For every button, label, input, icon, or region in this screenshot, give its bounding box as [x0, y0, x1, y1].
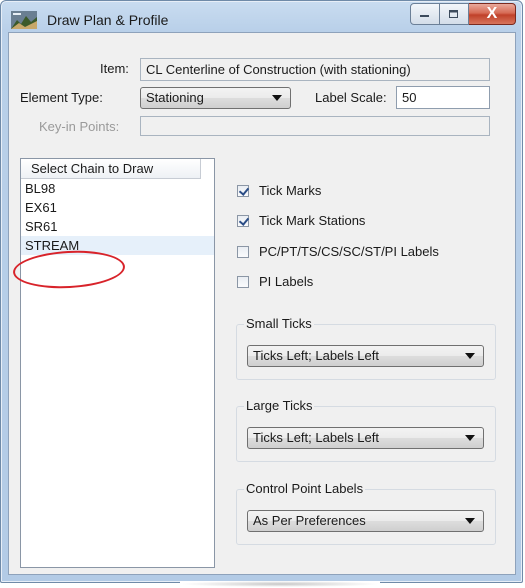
window-title: Draw Plan & Profile	[47, 12, 169, 28]
keyin-points-input[interactable]	[140, 116, 490, 136]
small-ticks-value: Ticks Left; Labels Left	[253, 348, 379, 363]
list-item-selected[interactable]: STREAM	[21, 236, 214, 255]
chain-listbox[interactable]: Select Chain to Draw BL98 EX61 SR61 STRE…	[20, 158, 215, 568]
checkbox-unchecked-icon[interactable]	[237, 245, 249, 258]
control-point-labels-title: Control Point Labels	[244, 481, 366, 496]
label-scale-input[interactable]: 50	[396, 86, 490, 109]
control-point-labels-dropdown[interactable]: As Per Preferences	[247, 510, 484, 532]
large-ticks-title: Large Ticks	[244, 398, 315, 413]
checkbox-label: Tick Marks	[259, 183, 322, 198]
chevron-down-icon	[272, 95, 282, 101]
pc-pt-labels-checkbox[interactable]: PC/PT/TS/CS/SC/ST/PI Labels	[237, 244, 439, 259]
small-ticks-dropdown[interactable]: Ticks Left; Labels Left	[247, 345, 484, 367]
checkbox-label: PC/PT/TS/CS/SC/ST/PI Labels	[259, 244, 439, 259]
list-item[interactable]: BL98	[21, 179, 214, 198]
app-icon	[11, 11, 37, 29]
tick-marks-checkbox[interactable]: Tick Marks	[237, 183, 321, 198]
element-type-label: Element Type:	[20, 90, 103, 105]
chevron-down-icon	[465, 518, 475, 524]
tick-mark-stations-checkbox[interactable]: Tick Mark Stations	[237, 213, 365, 228]
checkbox-label: Tick Mark Stations	[259, 213, 366, 228]
chevron-down-icon	[465, 353, 475, 359]
minimize-button[interactable]	[410, 3, 440, 25]
title-bar[interactable]: Draw Plan & Profile X	[1, 1, 522, 33]
control-point-labels-value: As Per Preferences	[253, 513, 366, 528]
checkbox-checked-icon[interactable]	[237, 184, 249, 197]
list-item[interactable]: SR61	[21, 217, 214, 236]
checkbox-unchecked-icon[interactable]	[237, 275, 249, 288]
element-type-value: Stationing	[146, 90, 204, 105]
small-ticks-group: Small Ticks Ticks Left; Labels Left	[236, 316, 496, 380]
pi-labels-checkbox[interactable]: PI Labels	[237, 274, 313, 289]
maximize-icon	[449, 10, 458, 18]
chain-list-header[interactable]: Select Chain to Draw	[21, 159, 201, 179]
minimize-icon	[420, 15, 429, 17]
large-ticks-value: Ticks Left; Labels Left	[253, 430, 379, 445]
small-ticks-title: Small Ticks	[244, 316, 314, 331]
checkbox-label: PI Labels	[259, 274, 314, 289]
element-type-dropdown[interactable]: Stationing	[140, 87, 291, 109]
control-point-labels-group: Control Point Labels As Per Preferences	[236, 481, 496, 545]
window-controls: X	[410, 3, 516, 25]
label-scale-label: Label Scale:	[315, 90, 387, 105]
chevron-down-icon	[465, 435, 475, 441]
checkbox-checked-icon[interactable]	[237, 214, 249, 227]
large-ticks-dropdown[interactable]: Ticks Left; Labels Left	[247, 427, 484, 449]
close-button[interactable]: X	[469, 3, 516, 25]
window-shadow	[180, 581, 380, 587]
maximize-button[interactable]	[440, 3, 469, 25]
keyin-points-label: Key-in Points:	[39, 119, 120, 134]
item-label: Item:	[100, 61, 129, 76]
list-item[interactable]: EX61	[21, 198, 214, 217]
close-icon: X	[486, 5, 498, 22]
dialog-window: Draw Plan & Profile X Item: CL Centerlin…	[0, 0, 523, 583]
item-field: CL Centerline of Construction (with stat…	[140, 58, 490, 81]
large-ticks-group: Large Ticks Ticks Left; Labels Left	[236, 398, 496, 462]
